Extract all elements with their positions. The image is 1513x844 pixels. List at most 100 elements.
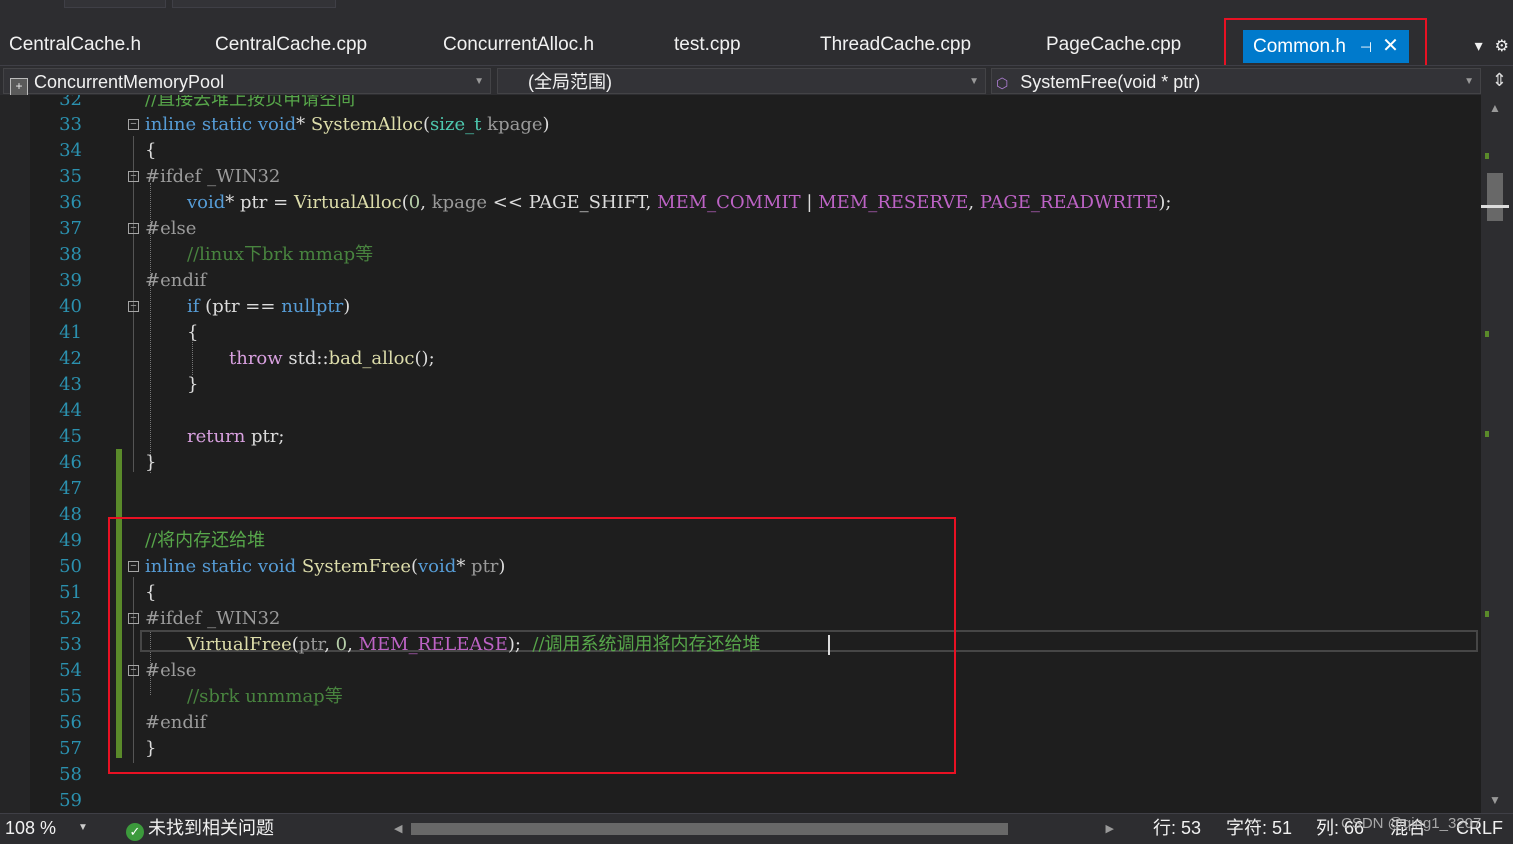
tab-concurrentalloc-h[interactable]: ConcurrentAlloc.h <box>443 34 594 56</box>
code-line-46: 46 } <box>0 450 1481 476</box>
tab-centralcache-h[interactable]: CentralCache.h <box>9 34 141 56</box>
tab-pagecache-cpp[interactable]: PageCache.cpp <box>1046 34 1181 56</box>
code-line-52: 52 − #ifdef _WIN32 <box>0 606 1481 632</box>
code-text: #endif <box>145 270 207 291</box>
gear-icon[interactable]: ⚙ <box>1495 38 1509 55</box>
code-text: inline static void* SystemAlloc(size_t k… <box>145 114 550 135</box>
code-line-33: 33 − inline static void* SystemAlloc(siz… <box>0 112 1481 138</box>
tab-test-cpp[interactable]: test.cpp <box>674 34 741 56</box>
code-text: { <box>145 140 157 161</box>
line-number: 42 <box>59 348 82 369</box>
change-marker <box>1485 153 1489 159</box>
line-number: 59 <box>59 790 82 811</box>
member-dropdown[interactable]: ⬡ SystemFree(void * ptr) ▼ <box>991 68 1481 94</box>
code-text: if (ptr == nullptr) <box>187 296 351 317</box>
chevron-down-icon: ▼ <box>969 76 979 87</box>
toolbar-segment[interactable] <box>172 0 336 8</box>
change-marker <box>1485 611 1489 617</box>
navigation-bar: + ConcurrentMemoryPool ▼ (全局范围) ▼ ⬡ System… <box>0 65 1513 96</box>
editor-status-bar: 108 % ▼ ✓ 未找到相关问题 ◀ ▶ 行: 53 字符: 51 列: 66 … <box>0 813 1513 844</box>
code-line-44: 44 <box>0 398 1481 424</box>
code-line-42: 42 throw std::bad_alloc(); <box>0 346 1481 372</box>
code-text: { <box>187 322 199 343</box>
code-line-55: 55 //sbrk unmmap等 <box>0 684 1481 710</box>
code-line-36: 36 void* ptr = VirtualAlloc(0, kpage << … <box>0 190 1481 216</box>
code-text: } <box>145 738 157 759</box>
scroll-left-icon[interactable]: ◀ <box>394 815 402 843</box>
line-number: 40 <box>59 296 82 317</box>
collapse-icon[interactable]: − <box>128 301 139 312</box>
top-toolbar-strip <box>0 0 1513 10</box>
issues-indicator[interactable]: ✓ 未找到相关问题 <box>126 814 274 842</box>
chevron-down-icon[interactable]: ▼ <box>78 814 88 842</box>
check-circle-icon: ✓ <box>126 823 144 841</box>
code-line-39: 39 #endif <box>0 268 1481 294</box>
tab-bar-actions: ▾ ⚙ <box>1463 36 1509 56</box>
code-text: #ifdef _WIN32 <box>145 608 281 629</box>
issues-label: 未找到相关问题 <box>148 818 274 838</box>
pin-icon[interactable]: ⊣ <box>1360 31 1372 64</box>
close-icon[interactable]: ✕ <box>1382 30 1399 63</box>
code-text: #else <box>145 660 197 681</box>
member-name: SystemFree(void * ptr) <box>1020 72 1201 92</box>
collapse-icon[interactable]: − <box>128 171 139 182</box>
line-number: 48 <box>59 504 82 525</box>
line-number: 57 <box>59 738 82 759</box>
document-tab-bar: CentralCache.h CentralCache.cpp Concurre… <box>0 10 1513 65</box>
code-line-47: 47 <box>0 476 1481 502</box>
line-number: 37 <box>59 218 82 239</box>
collapse-icon[interactable]: − <box>128 561 139 572</box>
line-number: 52 <box>59 608 82 629</box>
scroll-down-icon[interactable]: ▼ <box>1489 793 1501 807</box>
code-line-49: 49 //将内存还给堆 <box>0 528 1481 554</box>
change-marker <box>1485 331 1489 337</box>
tab-centralcache-cpp[interactable]: CentralCache.cpp <box>215 34 367 56</box>
code-text: { <box>145 582 157 603</box>
scroll-right-icon[interactable]: ▶ <box>1106 815 1114 843</box>
code-text: throw std::bad_alloc(); <box>229 348 435 369</box>
char-indicator[interactable]: 字符: 51 <box>1226 814 1292 842</box>
code-editor[interactable]: 32 //直接去堆上按页申请空间 33 − inline static void… <box>0 95 1481 813</box>
project-dropdown[interactable]: + ConcurrentMemoryPool ▼ <box>3 68 491 96</box>
code-line-58: 58 <box>0 762 1481 788</box>
collapse-icon[interactable]: − <box>128 613 139 624</box>
collapse-icon[interactable]: − <box>128 223 139 234</box>
tab-threadcache-cpp[interactable]: ThreadCache.cpp <box>820 34 971 56</box>
line-number: 54 <box>59 660 82 681</box>
text-cursor <box>828 635 830 655</box>
line-number: 51 <box>59 582 82 603</box>
line-number: 32 <box>59 95 82 110</box>
line-number: 53 <box>59 634 82 655</box>
code-comment: //将内存还给堆 <box>145 530 266 551</box>
code-text: #endif <box>145 712 207 733</box>
line-number: 44 <box>59 400 82 421</box>
scroll-up-icon[interactable]: ▲ <box>1489 101 1501 115</box>
tab-label: test.cpp <box>674 34 741 55</box>
code-line-40: 40 − if (ptr == nullptr) <box>0 294 1481 320</box>
zoom-level[interactable]: 108 % <box>5 814 56 842</box>
scroll-thumb[interactable] <box>1487 173 1503 221</box>
scope-dropdown[interactable]: (全局范围) ▼ <box>497 68 986 94</box>
code-text: } <box>145 452 157 473</box>
tab-common-h[interactable]: Common.h ⊣ ✕ <box>1243 30 1409 63</box>
line-indicator[interactable]: 行: 53 <box>1153 814 1201 842</box>
code-line-57: 57 } <box>0 736 1481 762</box>
split-editor-icon[interactable]: ⇕ <box>1492 70 1507 91</box>
vertical-scrollbar[interactable]: ▲ ▼ <box>1481 95 1513 813</box>
code-line-48: 48 <box>0 502 1481 528</box>
code-comment: //linux下brk mmap等 <box>187 244 374 265</box>
horizontal-scrollbar[interactable]: ◀ ▶ <box>394 823 1114 835</box>
code-line-34: 34 { <box>0 138 1481 164</box>
line-number: 33 <box>59 114 82 135</box>
code-line-37: 37 − #else <box>0 216 1481 242</box>
toolbar-segment[interactable] <box>64 0 166 8</box>
line-number: 49 <box>59 530 82 551</box>
collapse-icon[interactable]: − <box>128 119 139 130</box>
tab-label: Common.h <box>1253 36 1346 57</box>
line-number: 45 <box>59 426 82 447</box>
tab-dropdown-icon[interactable]: ▾ <box>1475 38 1483 55</box>
collapse-icon[interactable]: − <box>128 665 139 676</box>
caret-position-marker <box>1481 205 1509 208</box>
scroll-thumb[interactable] <box>411 823 1008 835</box>
code-line-38: 38 //linux下brk mmap等 <box>0 242 1481 268</box>
